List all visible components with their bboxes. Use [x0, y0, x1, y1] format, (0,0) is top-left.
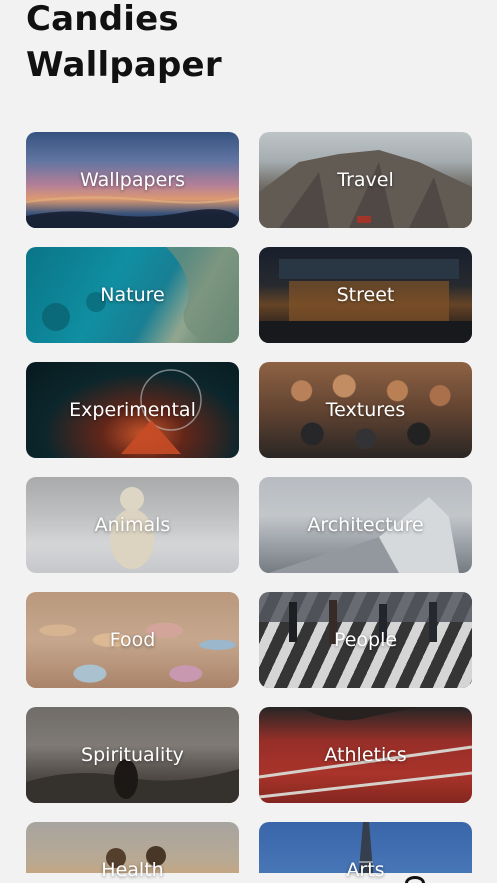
category-tile-spirituality[interactable]: Spirituality: [26, 707, 239, 803]
category-tile-athletics[interactable]: Athletics: [259, 707, 472, 803]
category-label-wallpapers: Wallpapers: [80, 169, 185, 191]
category-label-architecture: Architecture: [307, 514, 424, 536]
category-tile-food[interactable]: Food: [26, 592, 239, 688]
category-tile-animals[interactable]: Animals: [26, 477, 239, 573]
category-tile-architecture[interactable]: Architecture: [259, 477, 472, 573]
category-label-people: People: [333, 629, 398, 651]
category-label-spirituality: Spirituality: [81, 744, 184, 766]
category-label-textures: Textures: [325, 399, 406, 421]
category-tile-textures[interactable]: Textures: [259, 362, 472, 458]
app-screen: Candies Wallpaper Wallpapers Travel Natu…: [0, 0, 497, 883]
category-label-athletics: Athletics: [324, 744, 407, 766]
category-label-street: Street: [336, 284, 395, 306]
category-label-health: Health: [101, 859, 164, 881]
category-tile-experimental[interactable]: Experimental: [26, 362, 239, 458]
category-label-animals: Animals: [94, 514, 171, 536]
category-tile-arts[interactable]: Arts: [259, 822, 472, 883]
category-label-nature: Nature: [100, 284, 165, 306]
category-label-experimental: Experimental: [69, 399, 196, 421]
category-tile-people[interactable]: People: [259, 592, 472, 688]
category-label-arts: Arts: [346, 859, 385, 881]
category-tile-street[interactable]: Street: [259, 247, 472, 343]
category-label-travel: Travel: [337, 169, 394, 191]
page-title: Candies Wallpaper: [26, 0, 222, 85]
category-tile-travel[interactable]: Travel: [259, 132, 472, 228]
category-tile-nature[interactable]: Nature: [26, 247, 239, 343]
category-tile-health[interactable]: Health: [26, 822, 239, 883]
category-grid: Wallpapers Travel Nature Street Experime…: [26, 132, 472, 883]
category-label-food: Food: [109, 629, 156, 651]
category-tile-wallpapers[interactable]: Wallpapers: [26, 132, 239, 228]
